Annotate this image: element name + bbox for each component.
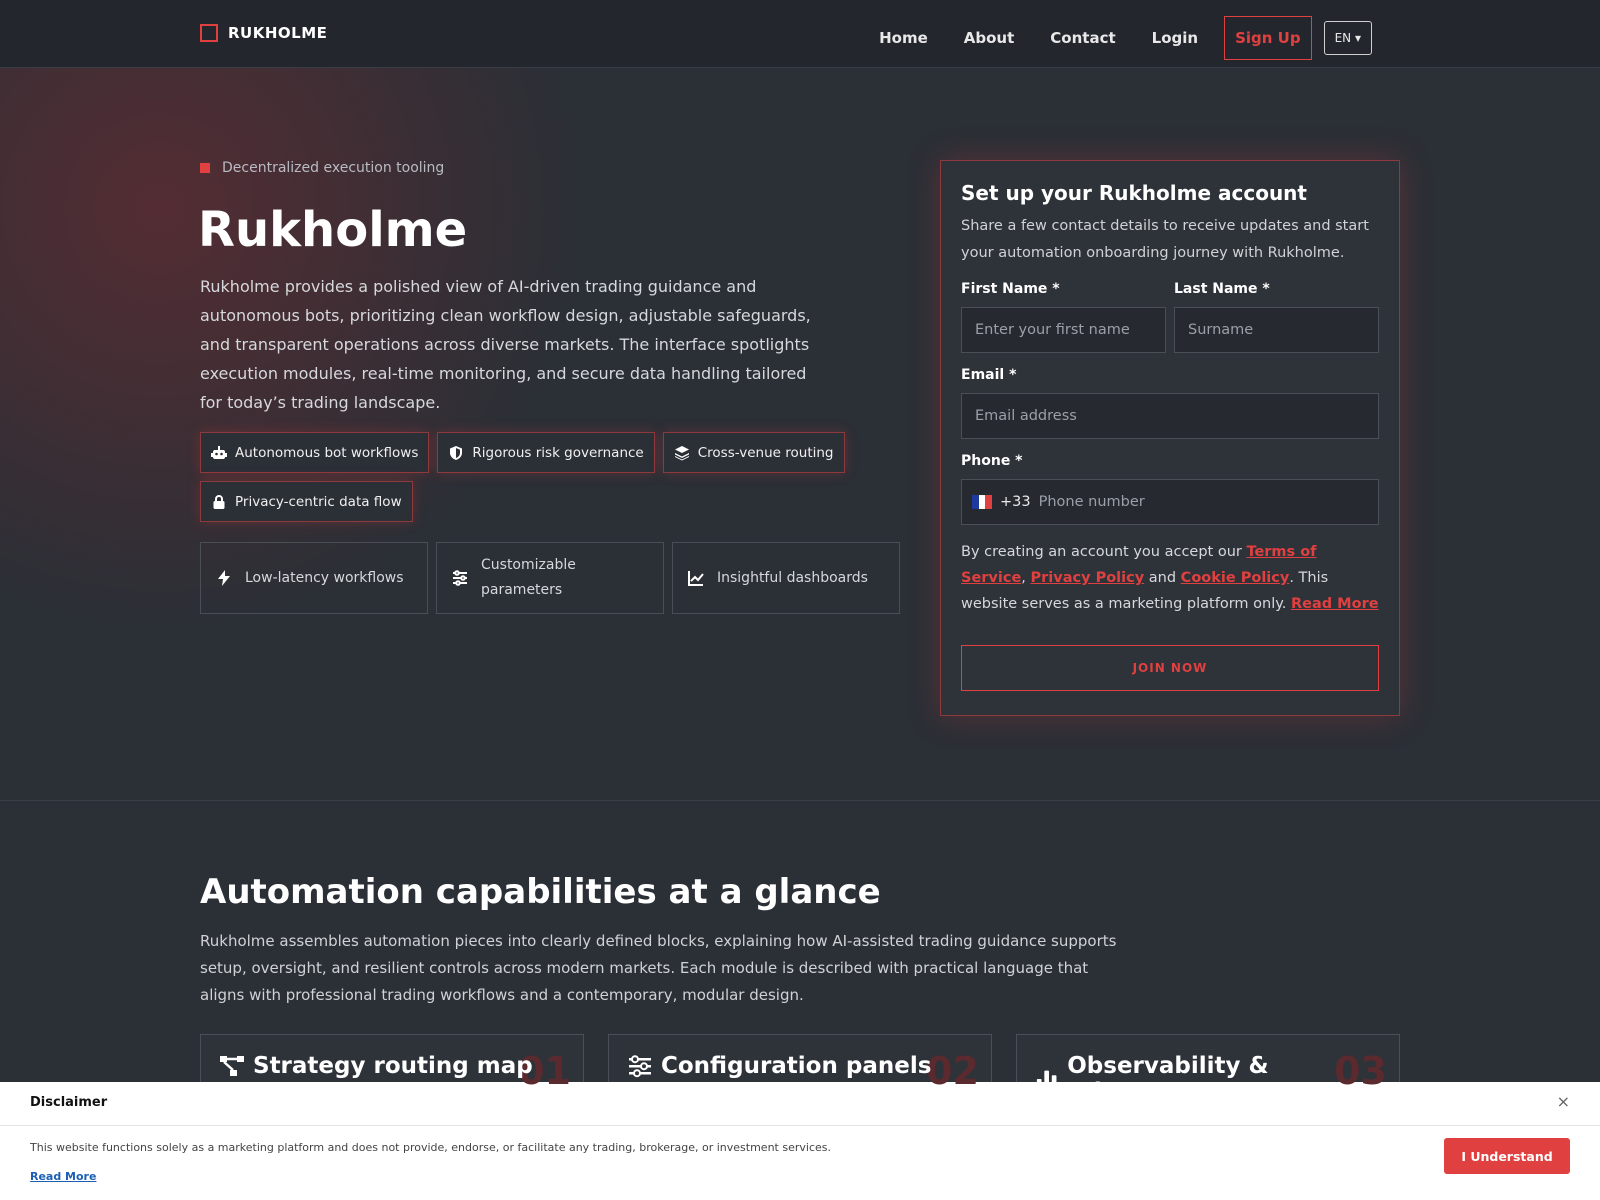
capabilities-description: Rukholme assembles automation pieces int… <box>200 932 1117 1004</box>
robot-icon <box>211 445 227 459</box>
feature-chips: Autonomous bot workflows Rigorous risk g… <box>200 432 850 522</box>
feature-label: Insightful dashboards <box>717 569 868 586</box>
nav-links: Home About Contact Login Sign Up EN ▾ <box>843 16 1372 60</box>
language-select[interactable]: EN ▾ <box>1323 21 1372 55</box>
sliders-icon <box>629 1055 651 1078</box>
first-name-field: First Name * <box>961 281 1166 353</box>
signup-button[interactable]: Sign Up <box>1224 16 1312 60</box>
first-name-label: First Name * <box>961 281 1060 297</box>
card-title: Observability & telemetry <box>1067 1053 1269 1105</box>
phone-input[interactable] <box>1038 482 1368 522</box>
nav-link-about[interactable]: About <box>964 21 1015 55</box>
last-name-input[interactable] <box>1174 307 1379 353</box>
lock-icon <box>213 494 225 509</box>
i-understand-button[interactable]: I Understand <box>1444 1138 1570 1174</box>
nav-link-contact[interactable]: Contact <box>1050 21 1115 55</box>
shield-icon <box>450 445 463 460</box>
terms-prefix: By creating an account you accept our <box>961 544 1242 560</box>
chip-privacy-data: Privacy-centric data flow <box>200 481 413 522</box>
join-now-button[interactable]: JOIN NOW <box>961 645 1379 691</box>
chip-label: Cross-venue routing <box>697 444 834 461</box>
logo-square-icon <box>200 24 218 42</box>
chart-line-icon <box>688 571 704 586</box>
hero-section: Decentralized execution tooling Rukholme… <box>0 68 1600 801</box>
card-header: Observability & telemetry <box>1035 1053 1381 1105</box>
chip-label: Privacy-centric data flow <box>235 493 402 510</box>
form-title: Set up your Rukholme account <box>961 181 1307 205</box>
privacy-policy-link[interactable]: Privacy Policy <box>1031 570 1145 586</box>
name-row: First Name * Last Name * <box>961 281 1379 353</box>
disclaimer-read-more-link[interactable]: Read More <box>30 1170 96 1183</box>
card-title: Strategy routing map <box>253 1053 533 1079</box>
hero-description: Rukholme provides a polished view of AI-… <box>200 277 811 412</box>
terms-and: and <box>1148 570 1177 586</box>
disclaimer-text: This website functions solely as a marke… <box>30 1141 831 1154</box>
cookie-policy-link[interactable]: Cookie Policy <box>1181 570 1290 586</box>
email-field: Email * <box>961 367 1379 439</box>
read-more-link[interactable]: Read More <box>1291 596 1379 612</box>
phone-field: Phone * +33 <box>961 453 1379 525</box>
email-row: Email * <box>961 367 1379 439</box>
phone-input-group: +33 <box>961 479 1379 525</box>
phone-row: Phone * +33 <box>961 453 1379 525</box>
signup-form-card: Set up your Rukholme account Share a few… <box>940 160 1400 716</box>
layers-icon <box>674 445 689 460</box>
france-flag-icon[interactable] <box>972 495 993 509</box>
feature-label: Customizable parameters <box>481 557 576 598</box>
first-name-input[interactable] <box>961 307 1166 353</box>
chip-label: Autonomous bot workflows <box>235 444 419 461</box>
route-icon <box>220 1056 244 1076</box>
hero-title: Rukholme <box>198 202 468 258</box>
close-icon[interactable]: × <box>1557 1092 1570 1111</box>
card-header: Strategy routing map <box>219 1053 565 1079</box>
nav-link-home[interactable]: Home <box>879 21 928 55</box>
top-nav: RUKHOLME Home About Contact Login Sign U… <box>0 0 1600 68</box>
bolt-icon <box>218 570 230 586</box>
card-title: Configuration panels <box>661 1053 932 1079</box>
feature-customizable: Customizable parameters <box>436 542 664 614</box>
eyebrow: Decentralized execution tooling <box>200 160 444 176</box>
chip-autonomous-bots: Autonomous bot workflows <box>200 432 430 473</box>
form-subtitle: Share a few contact details to receive u… <box>961 218 1369 261</box>
dial-code: +33 <box>1000 494 1031 510</box>
eyebrow-text: Decentralized execution tooling <box>222 160 445 176</box>
feature-low-latency: Low-latency workflows <box>200 542 428 614</box>
capabilities-title: Automation capabilities at a glance <box>200 872 881 912</box>
phone-label: Phone * <box>961 453 1023 469</box>
terms-text: By creating an account you accept our Te… <box>961 544 1379 612</box>
eyebrow-square-icon <box>200 163 210 173</box>
feature-label: Low-latency workflows <box>245 569 404 586</box>
chip-label: Rigorous risk governance <box>472 444 644 461</box>
nav-link-login[interactable]: Login <box>1152 21 1198 55</box>
email-label: Email * <box>961 367 1017 383</box>
sliders-icon <box>453 570 467 586</box>
disclaimer-title: Disclaimer <box>30 1095 108 1110</box>
bar-chart-icon <box>1036 1070 1057 1090</box>
last-name-label: Last Name * <box>1174 281 1270 297</box>
chip-cross-venue: Cross-venue routing <box>662 432 845 473</box>
email-input[interactable] <box>961 393 1379 439</box>
last-name-field: Last Name * <box>1174 281 1379 353</box>
card-header: Configuration panels <box>627 1053 973 1079</box>
feature-dashboards: Insightful dashboards <box>672 542 900 614</box>
chip-risk-governance: Rigorous risk governance <box>437 432 655 473</box>
feature-tiles: Low-latency workflows Customizable param… <box>200 542 900 614</box>
brand-logo[interactable]: RUKHOLME <box>200 24 327 42</box>
brand-name: RUKHOLME <box>228 24 328 42</box>
